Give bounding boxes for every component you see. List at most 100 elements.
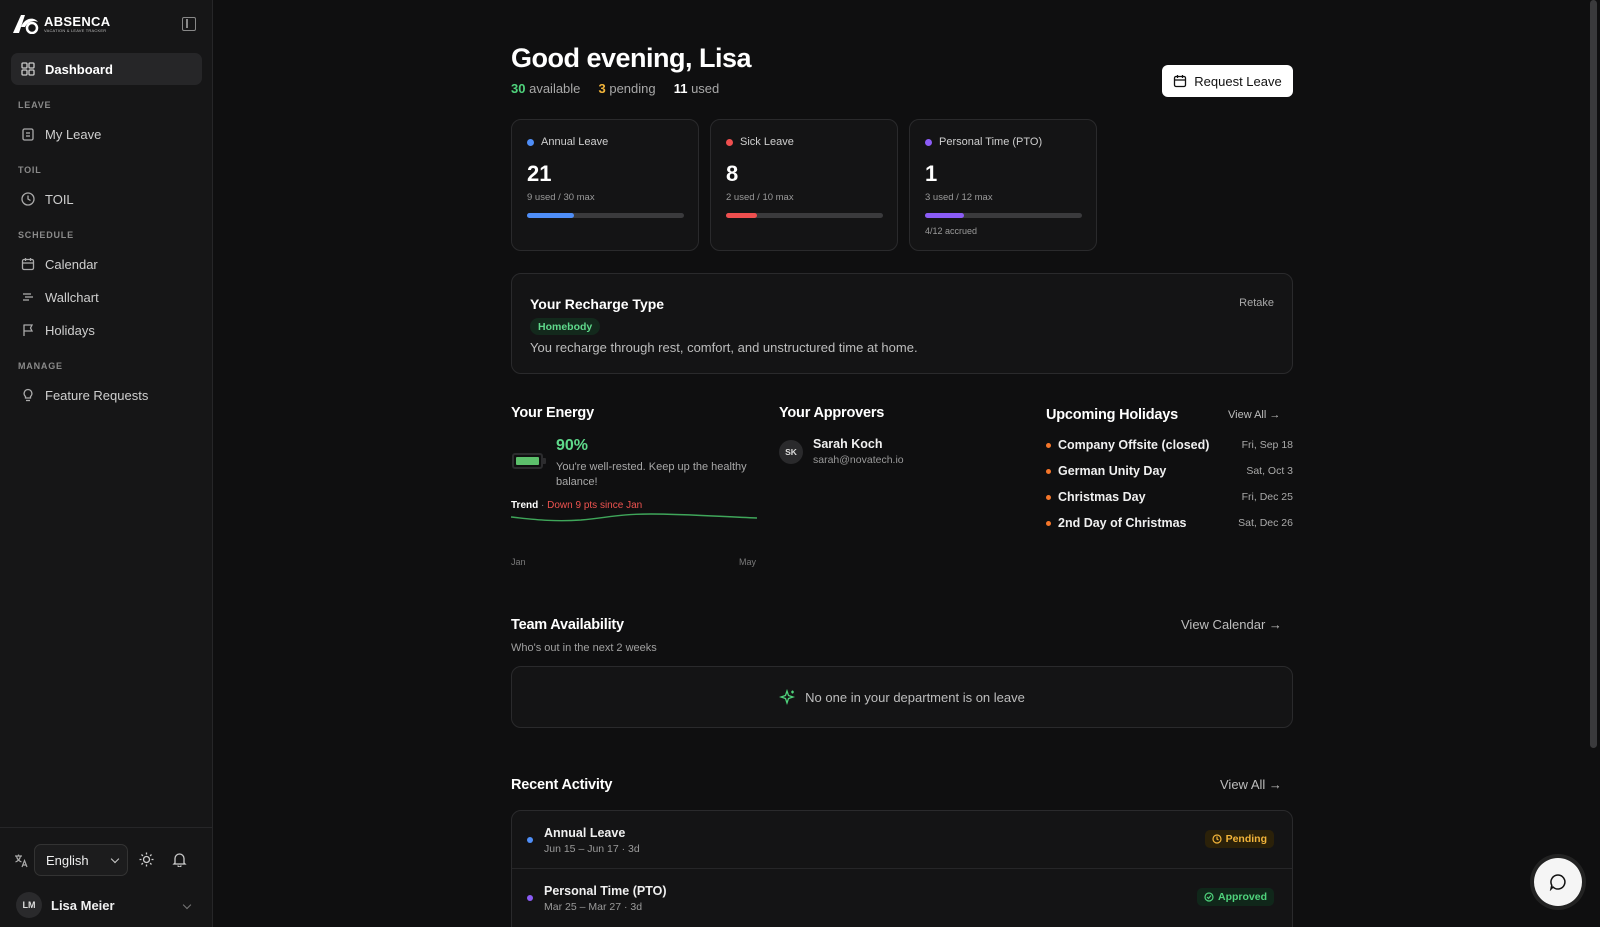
team-availability-empty: No one in your department is on leave <box>511 666 1293 728</box>
recharge-type-card: Your Recharge Type Retake Homebody You r… <box>511 273 1293 374</box>
status-badge: Pending <box>1204 830 1274 848</box>
recharge-title: Your Recharge Type <box>530 296 665 312</box>
sun-icon[interactable] <box>139 852 154 867</box>
sparkline-axis-end: May <box>739 557 757 567</box>
activity-view-all-link[interactable]: View All → <box>1220 777 1282 792</box>
logo-name: ABSENCA <box>44 14 111 29</box>
calendar-icon <box>21 258 35 271</box>
energy-title: Your Energy <box>511 405 594 421</box>
lightbulb-icon <box>23 388 33 402</box>
activity-dates: Mar 25 – Mar 27 · 3d <box>544 901 643 913</box>
status-label: Pending <box>1225 833 1267 845</box>
leave-balance-card[interactable]: Annual Leave 21 9 used / 30 max <box>511 119 699 251</box>
energy-percent: 90% <box>556 437 589 454</box>
chat-button[interactable] <box>1534 858 1582 906</box>
pending-label: pending <box>609 81 656 96</box>
leave-progress-fill <box>726 213 758 218</box>
sidebar-item-wallchart[interactable]: Wallchart <box>11 281 202 313</box>
clock-icon <box>1211 834 1222 844</box>
activity-item[interactable]: Annual Leave Jun 15 – Jun 17 · 3d Pending <box>512 811 1292 868</box>
translate-icon <box>15 854 28 868</box>
section-label-schedule: SCHEDULE <box>18 230 74 240</box>
status-badge: Approved <box>1196 888 1274 906</box>
energy-sparkline <box>511 513 757 522</box>
leave-type-title: Sick Leave <box>726 136 794 148</box>
holiday-name: German Unity Day <box>1058 464 1167 478</box>
leave-balance-card[interactable]: Sick Leave 8 2 used / 10 max <box>710 119 898 251</box>
logo-tagline: VACATION & LEAVE TRACKER <box>44 28 107 33</box>
bell-icon[interactable] <box>172 852 187 867</box>
recharge-type-badge: Homebody <box>530 318 601 335</box>
calendar-plus-icon <box>1174 75 1187 88</box>
holiday-dot <box>1046 494 1051 500</box>
flag-icon <box>23 324 34 336</box>
dashboard-icon <box>21 62 35 76</box>
request-leave-button[interactable]: Request Leave <box>1162 65 1293 97</box>
holiday-name: 2nd Day of Christmas <box>1058 516 1187 530</box>
retake-button[interactable]: Retake <box>1239 297 1274 309</box>
sidebar-item-toil[interactable]: TOIL <box>11 183 202 215</box>
leave-type-label: Sick Leave <box>740 136 794 148</box>
sidebar-item-label: TOIL <box>45 191 74 207</box>
team-availability-subtitle: Who's out in the next 2 weeks <box>511 642 657 654</box>
sidebar: ABSENCA VACATION & LEAVE TRACKER Dashboa… <box>0 0 213 927</box>
holiday-item: Company Offsite (closed) Fri, Sep 18 <box>1046 437 1293 453</box>
sidebar-item-feature-requests[interactable]: Feature Requests <box>11 379 202 411</box>
avatar: SK <box>779 440 803 464</box>
section-label-leave: LEAVE <box>18 100 52 110</box>
sidebar-item-label: Holidays <box>45 322 95 338</box>
holiday-name: Christmas Day <box>1058 490 1146 504</box>
leave-balance-card[interactable]: Personal Time (PTO) 1 3 used / 12 max 4/12 … <box>909 119 1097 251</box>
available-count: 30 <box>511 81 526 96</box>
chevron-down-icon[interactable] <box>182 900 192 910</box>
user-name: Lisa Meier <box>51 897 115 913</box>
sidebar-item-calendar[interactable]: Calendar <box>11 248 202 280</box>
holidays-title: Upcoming Holidays <box>1046 407 1178 423</box>
energy-message: You're well-rested. Keep up the healthy … <box>556 461 747 488</box>
battery-icon <box>512 453 546 469</box>
leave-summary: 30 available 3 pending 11 used <box>511 81 719 96</box>
holiday-date: Fri, Dec 25 <box>1241 491 1293 503</box>
section-label-manage: MANAGE <box>18 361 63 371</box>
sidebar-item-holidays[interactable]: Holidays <box>11 314 202 346</box>
view-calendar-link[interactable]: View Calendar → <box>1181 617 1282 632</box>
activity-dot <box>527 837 533 843</box>
page-scrollbar[interactable] <box>1590 0 1597 748</box>
language-value: English <box>46 852 89 868</box>
leave-type-title: Annual Leave <box>527 136 608 148</box>
holiday-date: Sat, Oct 3 <box>1246 465 1293 477</box>
avatar: LM <box>16 892 42 918</box>
approvers-title: Your Approvers <box>779 405 885 421</box>
sidebar-item-my-leave[interactable]: My Leave <box>11 118 202 150</box>
used-count: 11 <box>673 81 688 96</box>
user-menu[interactable]: LM Lisa Meier <box>16 892 115 918</box>
leave-type-dot <box>925 138 932 146</box>
activity-dot <box>527 895 533 901</box>
pending-count: 3 <box>598 81 606 96</box>
holiday-item: 2nd Day of Christmas Sat, Dec 26 <box>1046 515 1293 531</box>
holiday-item: German Unity Day Sat, Oct 3 <box>1046 463 1293 479</box>
leave-progress-fill <box>527 213 575 218</box>
holiday-item: Christmas Day Fri, Dec 25 <box>1046 489 1293 505</box>
leave-type-title: Personal Time (PTO) <box>925 136 1042 148</box>
section-label-toil: TOIL <box>18 165 42 175</box>
check-circle-icon <box>1204 892 1214 902</box>
clipboard-icon <box>22 128 34 141</box>
leave-accrued: 4/12 accrued <box>925 226 978 236</box>
app-logo[interactable]: ABSENCA VACATION & LEAVE TRACKER <box>12 14 110 34</box>
leave-type-label: Personal Time (PTO) <box>939 136 1043 148</box>
language-select[interactable]: English <box>34 844 128 876</box>
approver-email: sarah@novatech.io <box>813 454 904 466</box>
available-label: available <box>529 81 581 96</box>
leave-progress-track <box>925 213 1082 218</box>
activity-item[interactable]: Personal Time (PTO) Mar 25 – Mar 27 · 3d A… <box>512 868 1292 925</box>
holidays-view-all-link[interactable]: View All → <box>1228 409 1280 421</box>
leave-type-dot <box>527 138 534 146</box>
leave-progress-track <box>726 213 883 218</box>
request-leave-label: Request Leave <box>1194 73 1282 89</box>
sidebar-item-dashboard[interactable]: Dashboard <box>11 53 202 85</box>
logo-icon <box>13 15 39 34</box>
leave-progress-track <box>527 213 684 218</box>
collapse-sidebar-icon[interactable] <box>182 17 196 31</box>
holiday-date: Sat, Dec 26 <box>1238 517 1293 529</box>
